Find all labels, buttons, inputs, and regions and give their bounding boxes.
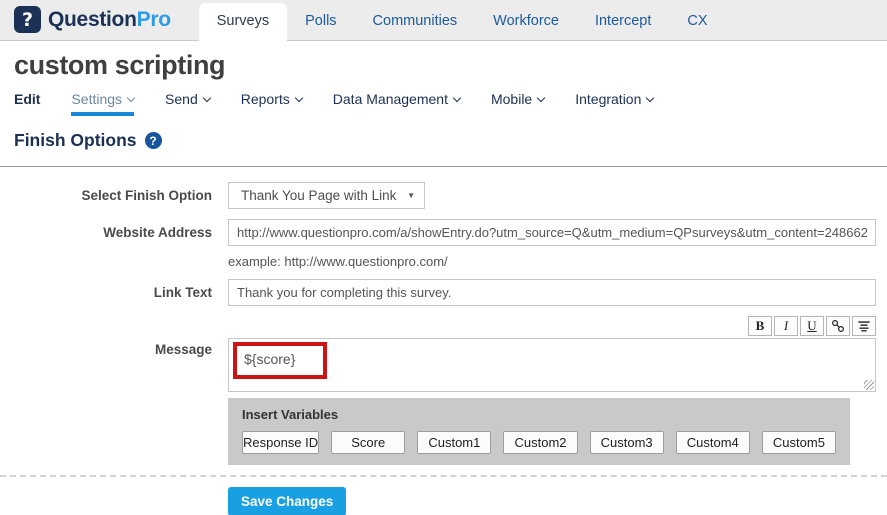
chevron-down-icon	[537, 93, 545, 101]
finish-option-select[interactable]: Thank You Page with Link ▼	[228, 182, 425, 209]
website-address-input[interactable]	[228, 219, 876, 246]
variable-button-score[interactable]: Score	[331, 431, 405, 454]
questionpro-logo-icon: ?	[14, 6, 41, 33]
website-address-label: Website Address	[0, 219, 212, 269]
subnav-item-edit[interactable]: Edit	[14, 91, 40, 116]
chevron-down-icon	[646, 93, 654, 101]
insert-variables-buttons: Response ID Score Custom1 Custom2 Custom…	[242, 431, 836, 454]
subnav-edit-label: Edit	[14, 91, 40, 107]
primary-tabs: Surveys Polls Communities Workforce Inte…	[199, 0, 726, 40]
message-textarea[interactable]: ${score}	[228, 338, 876, 392]
variable-button-custom3[interactable]: Custom3	[590, 431, 664, 454]
insert-link-button[interactable]	[826, 316, 850, 336]
variable-button-response-id[interactable]: Response ID	[242, 431, 319, 454]
finish-option-selected-value: Thank You Page with Link	[241, 188, 396, 203]
section-divider	[0, 166, 887, 167]
tab-polls[interactable]: Polls	[287, 3, 354, 40]
link-text-row: Link Text	[0, 279, 887, 306]
underline-button[interactable]: U	[800, 316, 824, 336]
dashed-separator	[0, 475, 887, 477]
chevron-down-icon	[203, 93, 211, 101]
rich-text-toolbar: B I U	[228, 316, 876, 336]
chevron-down-icon	[295, 93, 303, 101]
brand-name: QuestionPro	[48, 8, 171, 32]
website-address-example: example: http://www.questionpro.com/	[228, 254, 876, 269]
tab-cx[interactable]: CX	[669, 3, 725, 40]
subnav-item-reports[interactable]: Reports	[241, 91, 302, 116]
subnav-settings-label: Settings	[71, 91, 122, 107]
insert-variables-panel: Insert Variables Response ID Score Custo…	[228, 398, 850, 465]
subnav-reports-label: Reports	[241, 91, 290, 107]
resize-handle[interactable]	[864, 380, 874, 390]
message-row: Message B I U	[0, 316, 887, 392]
variable-button-custom4[interactable]: Custom4	[676, 431, 750, 454]
brand-name-question: Question	[48, 8, 137, 31]
link-text-input[interactable]	[228, 279, 876, 306]
tab-workforce[interactable]: Workforce	[475, 3, 577, 40]
dropdown-arrow-icon: ▼	[407, 191, 415, 200]
help-icon[interactable]: ?	[145, 132, 162, 149]
tab-communities[interactable]: Communities	[355, 3, 476, 40]
top-navigation-bar: ? QuestionPro Surveys Polls Communities …	[0, 0, 887, 41]
subnav-item-send[interactable]: Send	[165, 91, 210, 116]
finish-option-row: Select Finish Option Thank You Page with…	[0, 182, 887, 209]
subnav-integration-label: Integration	[575, 91, 641, 107]
variable-button-custom1[interactable]: Custom1	[417, 431, 491, 454]
subnav-send-label: Send	[165, 91, 198, 107]
link-icon	[831, 319, 845, 333]
annotation-highlight-box: ${score}	[233, 342, 327, 379]
italic-button[interactable]: I	[774, 316, 798, 336]
chevron-down-icon	[127, 93, 135, 101]
message-label: Message	[0, 316, 212, 392]
finish-option-label: Select Finish Option	[0, 182, 212, 209]
finish-options-form: Select Finish Option Thank You Page with…	[0, 182, 887, 465]
horizontal-rule-button[interactable]	[852, 316, 876, 336]
horizontal-rule-icon	[857, 319, 871, 333]
chevron-down-icon	[453, 93, 461, 101]
variable-button-custom2[interactable]: Custom2	[503, 431, 577, 454]
survey-sub-navigation: Edit Settings Send Reports Data Manageme…	[0, 85, 887, 116]
website-address-row: Website Address example: http://www.ques…	[0, 219, 887, 269]
subnav-mobile-label: Mobile	[491, 91, 532, 107]
subnav-item-integration[interactable]: Integration	[575, 91, 653, 116]
tab-surveys[interactable]: Surveys	[199, 3, 287, 41]
link-text-label: Link Text	[0, 279, 212, 306]
subnav-item-settings[interactable]: Settings	[71, 91, 134, 116]
section-title: Finish Options	[14, 130, 137, 151]
brand-logo[interactable]: ? QuestionPro	[14, 0, 171, 40]
message-value: ${score}	[244, 351, 295, 367]
bold-button[interactable]: B	[748, 316, 772, 336]
app-window: ? QuestionPro Surveys Polls Communities …	[0, 0, 887, 515]
subnav-item-mobile[interactable]: Mobile	[491, 91, 544, 116]
page-title: custom scripting	[0, 41, 887, 85]
subnav-item-data-management[interactable]: Data Management	[333, 91, 460, 116]
subnav-data-management-label: Data Management	[333, 91, 448, 107]
tab-intercept[interactable]: Intercept	[577, 3, 669, 40]
save-changes-button[interactable]: Save Changes	[228, 487, 346, 515]
section-header: Finish Options ?	[14, 130, 873, 151]
brand-name-pro: Pro	[137, 8, 171, 31]
insert-variables-title: Insert Variables	[242, 407, 836, 422]
variable-button-custom5[interactable]: Custom5	[762, 431, 836, 454]
